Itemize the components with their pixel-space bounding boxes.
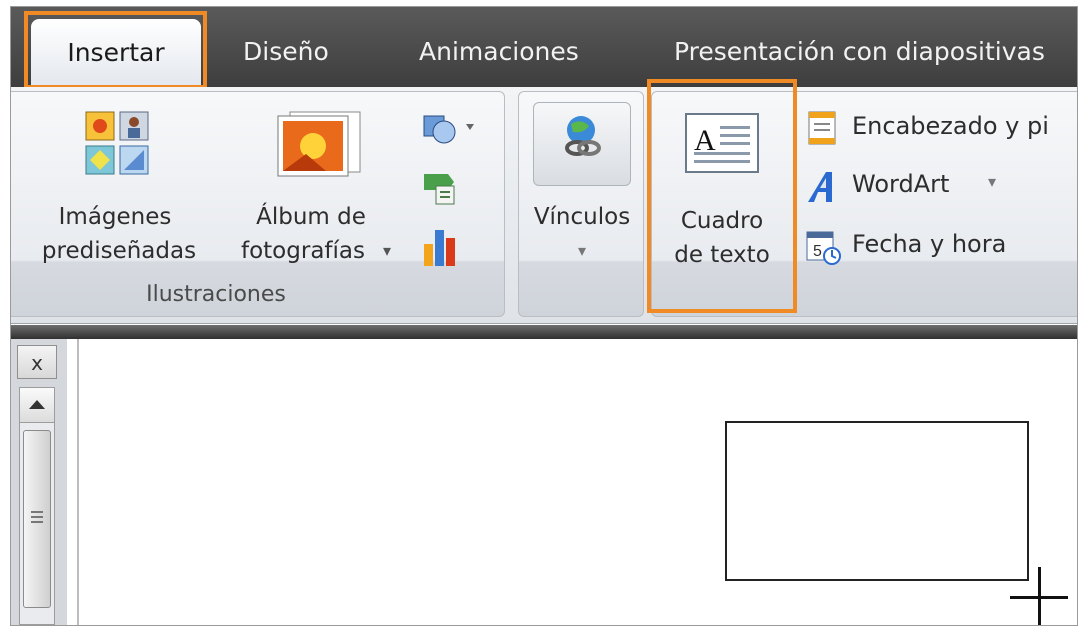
date-time-icon: 5 <box>804 228 844 268</box>
group-texto: A Cuadro de texto Encabezado y pi WordAr… <box>647 79 1077 317</box>
ribbon: Imágenes prediseñadas Álbum de fotografí… <box>11 79 1077 324</box>
text-box-being-drawn[interactable] <box>725 421 1029 581</box>
vinculos-dropdown-arrow[interactable]: ▾ <box>519 234 645 268</box>
powerpoint-window: Insertar Diseño Animaciones Presentación… <box>10 6 1078 626</box>
crosshair-cursor-horizontal <box>1010 596 1068 599</box>
group-label-ilustraciones: Ilustraciones <box>146 282 286 307</box>
highlight-cuadro-de-texto <box>647 79 797 313</box>
fecha-hora-label[interactable]: Fecha y hora <box>852 230 1006 258</box>
slides-pane: x <box>11 339 67 625</box>
wordart-label[interactable]: WordArt <box>852 170 949 198</box>
shapes-icon[interactable] <box>420 110 480 154</box>
wordart-dropdown-arrow[interactable]: ▾ <box>988 172 996 191</box>
album-dropdown-arrow[interactable]: ▾ <box>378 234 396 268</box>
smartart-icon[interactable] <box>420 168 460 208</box>
close-pane-button[interactable]: x <box>17 345 57 379</box>
tab-diseno[interactable]: Diseño <box>243 21 329 83</box>
tab-insertar[interactable]: Insertar <box>31 19 201 87</box>
ribbon-separator <box>11 325 1077 339</box>
vertical-scrollbar[interactable] <box>19 387 55 625</box>
tab-animaciones[interactable]: Animaciones <box>419 21 579 83</box>
clipart-icon <box>84 110 150 176</box>
wordart-icon <box>804 168 844 208</box>
photo-album-icon <box>276 110 362 180</box>
svg-text:5: 5 <box>813 243 822 260</box>
tab-presentacion[interactable]: Presentación con diapositivas <box>674 21 1045 83</box>
group-vinculos: Vínculos ▾ <box>518 91 644 317</box>
group-ilustraciones: Imágenes prediseñadas Álbum de fotografí… <box>11 91 505 317</box>
chart-icon[interactable] <box>420 226 460 268</box>
scroll-up-button[interactable] <box>20 388 54 423</box>
clipart-label-line2[interactable]: prediseñadas <box>26 234 212 268</box>
encabezado-label[interactable]: Encabezado y pi <box>852 112 1049 140</box>
link-globe-icon <box>557 112 607 162</box>
album-label-line1[interactable]: Álbum de <box>236 200 386 234</box>
ribbon-tab-bar: Insertar Diseño Animaciones Presentación… <box>11 7 1077 89</box>
header-footer-icon <box>806 110 840 148</box>
clipart-label-line1[interactable]: Imágenes <box>40 200 190 234</box>
album-label-line2[interactable]: fotografías <box>228 234 378 268</box>
vinculos-label[interactable]: Vínculos <box>519 200 645 234</box>
scrollbar-thumb[interactable] <box>23 430 51 608</box>
